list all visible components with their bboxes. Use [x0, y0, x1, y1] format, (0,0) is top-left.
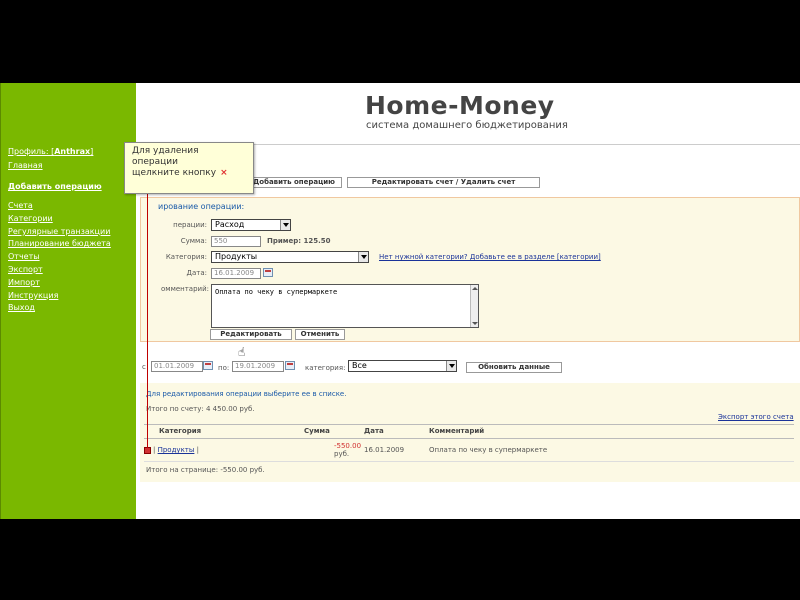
row-date: 16.01.2009	[364, 438, 429, 462]
close-icon: ×	[220, 168, 228, 178]
chevron-down-icon	[358, 252, 368, 262]
sum-label: Сумма:	[180, 237, 207, 245]
tooltip-line-1: Для удаления операции	[132, 146, 199, 167]
table-row[interactable]: | Продукты | -550.00 руб. 16.01.2009 Опл…	[144, 438, 794, 462]
row-comment: Оплата по чеку в супермаркете	[429, 438, 794, 462]
account-total-label: Итого по счету:	[146, 405, 204, 413]
calendar-icon[interactable]	[285, 361, 295, 370]
page-total-value: -550.00 руб.	[220, 466, 265, 474]
account-total: Итого по счету: 4 450.00 руб.	[146, 405, 255, 413]
list-hint: Для редактирования операции выберите ее …	[146, 390, 347, 398]
tooltip-pointer-line	[147, 194, 148, 448]
column-header-category: Категория	[144, 424, 304, 439]
date-label: Дата:	[186, 269, 207, 277]
operations-table: Категория Сумма Дата Комментарий | Проду…	[144, 424, 794, 462]
sum-example: Пример: 125.50	[267, 237, 331, 245]
page-total: Итого на странице: -550.00 руб.	[146, 466, 265, 474]
form-title: ирование операции:	[158, 202, 245, 211]
chevron-down-icon	[280, 220, 290, 230]
row-amount: -550.00	[334, 442, 362, 450]
column-header-date: Дата	[364, 424, 429, 439]
sidebar-item-accounts[interactable]: Счета	[8, 200, 111, 213]
profile-prefix: Профиль: [	[8, 147, 55, 156]
row-currency: руб.	[334, 450, 350, 458]
sidebar-item-reports[interactable]: Отчеты	[8, 251, 111, 264]
sidebar-item-instructions[interactable]: Инструкция	[8, 290, 111, 303]
sidebar-item-logout[interactable]: Выход	[8, 302, 111, 315]
row-category-cell: | Продукты |	[144, 438, 304, 462]
filter-from-input[interactable]: 01.01.2009	[151, 361, 203, 372]
filter-to-input[interactable]: 19.01.2009	[232, 361, 284, 372]
page-total-label: Итого на странице:	[146, 466, 219, 474]
edit-button-visible[interactable]: Редактировать	[210, 329, 292, 340]
sidebar-menu: Счета Категории Регулярные транзакции Пл…	[8, 200, 111, 315]
category-label: Категория:	[165, 253, 207, 261]
hand-cursor-icon: ☝	[238, 345, 246, 359]
sum-input[interactable]: 550	[211, 236, 261, 247]
account-total-value: 4 450.00 руб.	[205, 405, 255, 413]
sidebar-item-export[interactable]: Экспорт	[8, 264, 111, 277]
operations-list-panel: Для редактирования операции выберите ее …	[140, 383, 800, 482]
category-select[interactable]: Продукты	[211, 251, 369, 263]
comment-textarea[interactable]: Оплата по чеку в супермаркете	[211, 284, 479, 328]
operation-type-value: Расход	[215, 220, 245, 229]
filter-category-select[interactable]: Все	[348, 360, 457, 372]
sidebar-item-import[interactable]: Импорт	[8, 277, 111, 290]
add-operation-button[interactable]: Добавить операцию	[246, 177, 342, 188]
comment-text: Оплата по чеку в супермаркете	[215, 288, 338, 296]
cancel-button[interactable]: Отменить	[295, 329, 345, 340]
row-category-link[interactable]: Продукты	[158, 446, 195, 454]
delete-hint-tooltip: Для удаления операции щелкните кнопку ×	[124, 142, 254, 194]
app-window: Профиль: [Anthrax] Главная Добавить опер…	[0, 83, 800, 519]
filter-from-label: с	[142, 363, 146, 371]
export-account-link[interactable]: Экспорт этого счета	[718, 413, 794, 421]
chevron-down-icon	[446, 361, 456, 371]
sidebar-item-regular-transactions[interactable]: Регулярные транзакции	[8, 226, 111, 239]
sidebar: Профиль: [Anthrax] Главная Добавить опер…	[0, 83, 136, 519]
filter-to-label: по:	[218, 364, 230, 372]
row-amount-cell: -550.00 руб.	[304, 438, 364, 462]
operation-type-label: перации:	[173, 221, 207, 229]
filter-category-value: Все	[352, 361, 367, 370]
column-header-amount: Сумма	[304, 424, 364, 439]
sum-example-text: Пример: 125.50	[267, 237, 331, 245]
sidebar-item-categories[interactable]: Категории	[8, 213, 111, 226]
category-value: Продукты	[215, 252, 258, 261]
edit-operation-form: ирование операции: перации: Расход Сумма…	[140, 197, 800, 342]
calendar-icon[interactable]	[263, 268, 273, 277]
sidebar-item-budget-planning[interactable]: Планирование бюджета	[8, 238, 111, 251]
comment-label: омментарий:	[161, 285, 209, 293]
tooltip-line-2-text: щелкните кнопку	[132, 168, 217, 178]
operation-type-select[interactable]: Расход	[211, 219, 291, 231]
tooltip-line-2: щелкните кнопку ×	[132, 168, 246, 179]
update-data-button[interactable]: Обновить данные	[466, 362, 562, 373]
add-category-link[interactable]: Нет нужной категории? Добавьте ее в разд…	[379, 253, 601, 261]
profile-suffix: ]	[90, 147, 94, 156]
tagline: система домашнего бюджетирования	[366, 120, 568, 131]
sidebar-item-add-operation[interactable]: Добавить операцию	[8, 182, 102, 191]
scrollbar[interactable]	[470, 285, 478, 327]
date-input[interactable]: 16.01.2009	[211, 268, 261, 279]
profile-link[interactable]: Профиль: [Anthrax]	[8, 147, 93, 156]
profile-name: Anthrax	[54, 147, 91, 156]
table-header-row: Категория Сумма Дата Комментарий	[144, 424, 794, 439]
column-header-comment: Комментарий	[429, 424, 794, 439]
sidebar-item-home[interactable]: Главная	[8, 161, 43, 170]
edit-account-button[interactable]: Редактировать счет / Удалить счет	[347, 177, 540, 188]
filter-category-label: категория:	[305, 364, 346, 372]
calendar-icon[interactable]	[203, 361, 213, 370]
logo: Home-Money	[365, 91, 555, 120]
